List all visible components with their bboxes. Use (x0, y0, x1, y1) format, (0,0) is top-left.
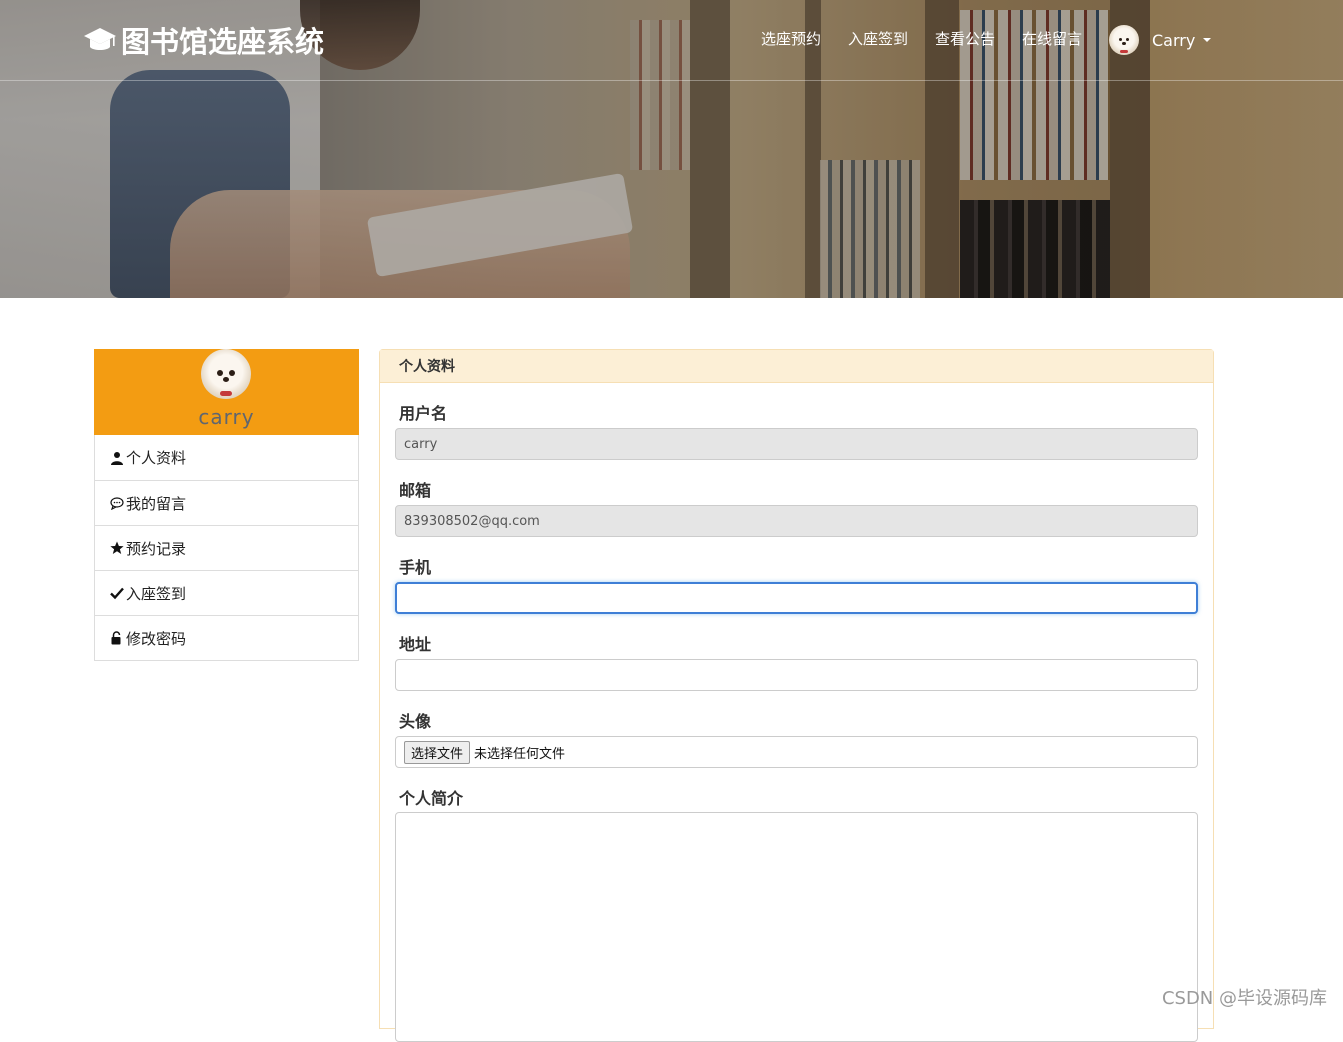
bio-label: 个人简介 (399, 789, 464, 808)
sidebar-item-change-password[interactable]: 修改密码 (95, 615, 358, 660)
sidebar-item-label: 我的留言 (126, 494, 187, 513)
sidebar-item-label: 修改密码 (126, 629, 187, 648)
profile-panel: 个人资料 用户名 carry 邮箱 839308502@qq.com 手机 地址… (379, 349, 1214, 1042)
sidebar: carry 个人资料 我的留言 预约记录 入座签到 修改密码 (94, 349, 359, 661)
sidebar-item-profile[interactable]: 个人资料 (95, 435, 358, 480)
phone-field[interactable] (395, 582, 1198, 614)
sidebar-item-label: 个人资料 (126, 449, 187, 467)
main-nav: 选座预约 入座签到 查看公告 在线留言 Carry (761, 25, 1212, 55)
avatar-file-input: 选择文件 未选择任何文件 (395, 736, 1198, 768)
star-icon (110, 541, 124, 554)
watermark: CSDN @毕设源码库 (1161, 988, 1327, 1009)
email-label: 邮箱 (399, 481, 432, 500)
username-label: 用户名 (399, 404, 448, 423)
address-label: 地址 (399, 635, 432, 654)
nav-online-message[interactable]: 在线留言 (1022, 28, 1082, 49)
profile-name: carry (198, 405, 255, 429)
choose-file-button[interactable]: 选择文件 (404, 740, 471, 764)
check-icon (110, 587, 124, 600)
bio-textarea[interactable] (395, 812, 1198, 1042)
sidebar-item-reservations[interactable]: 预约记录 (95, 525, 358, 570)
username-field[interactable]: carry (395, 428, 1198, 460)
panel-title: 个人资料 (380, 350, 1213, 383)
email-field[interactable]: 839308502@qq.com (395, 505, 1198, 537)
caret-down-icon (1203, 38, 1212, 42)
sidebar-menu: 个人资料 我的留言 预约记录 入座签到 修改密码 (94, 435, 359, 661)
address-field[interactable] (395, 659, 1198, 691)
nav-announcements[interactable]: 查看公告 (935, 28, 995, 49)
file-status: 未选择任何文件 (474, 746, 566, 762)
brand-title: 图书馆选座系统 (121, 25, 325, 59)
avatar (1109, 25, 1139, 55)
user-name: Carry (1152, 30, 1196, 50)
sidebar-item-checkin[interactable]: 入座签到 (95, 570, 358, 615)
avatar-label: 头像 (399, 712, 432, 731)
comment-icon (110, 497, 124, 510)
brand-link[interactable]: 图书馆选座系统 (83, 20, 324, 60)
user-dropdown[interactable]: Carry (1109, 25, 1212, 55)
top-navbar: 图书馆选座系统 选座预约 入座签到 查看公告 在线留言 Carry (0, 0, 1343, 81)
phone-label: 手机 (399, 558, 432, 577)
nav-check-in[interactable]: 入座签到 (848, 28, 908, 49)
sidebar-item-messages[interactable]: 我的留言 (95, 480, 358, 525)
profile-avatar (201, 349, 251, 399)
user-icon (111, 451, 123, 465)
profile-card: carry (94, 349, 359, 435)
graduation-cap-icon (84, 28, 116, 50)
nav-seat-reservation[interactable]: 选座预约 (761, 28, 821, 49)
sidebar-item-label: 入座签到 (126, 584, 187, 603)
lock-icon (111, 631, 121, 645)
sidebar-item-label: 预约记录 (126, 539, 187, 558)
